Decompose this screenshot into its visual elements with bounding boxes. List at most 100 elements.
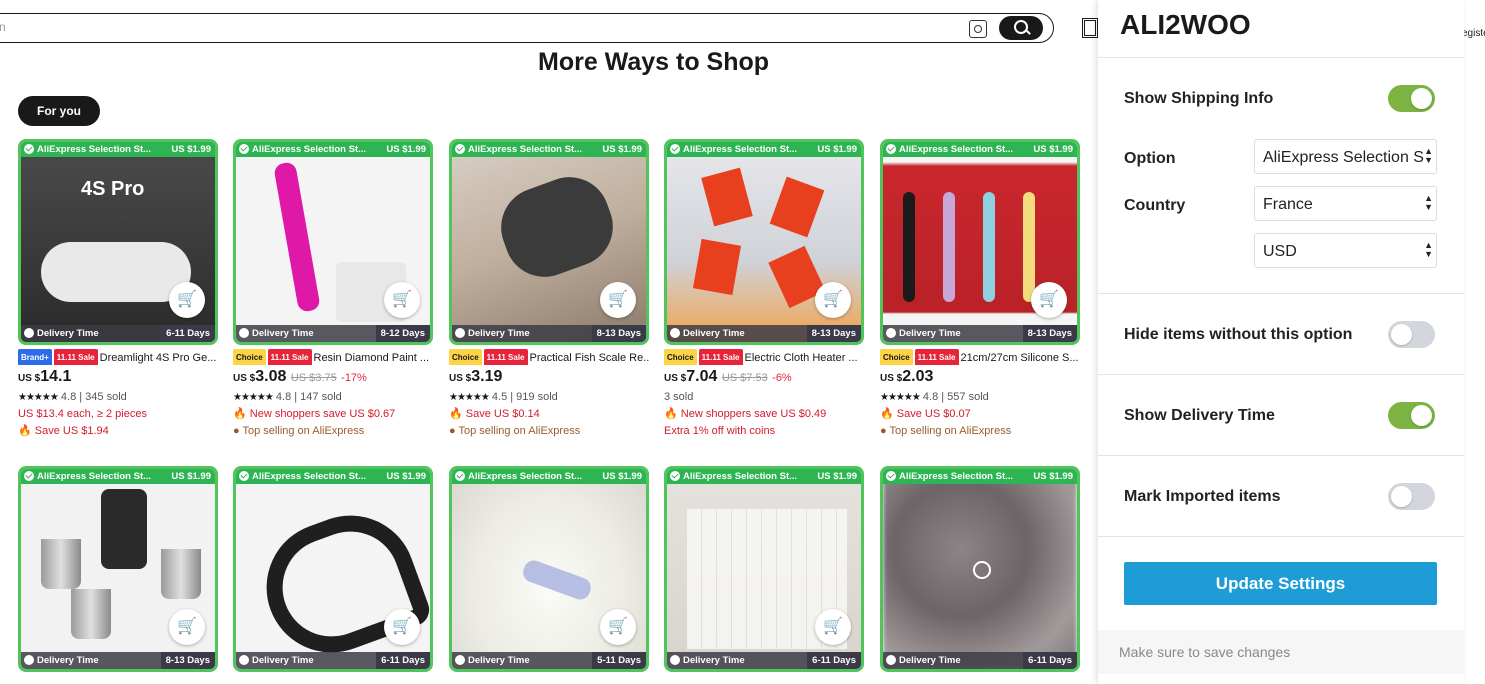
- stars-icon: ★★★★★: [880, 392, 921, 403]
- choice-tag: Choice: [664, 349, 697, 365]
- product-rating: 3 sold: [664, 391, 694, 403]
- qr-code-icon[interactable]: [1082, 18, 1098, 38]
- product-image[interactable]: AliExpress Selection St... US $1.99 🛒 Del…: [664, 139, 864, 345]
- add-to-cart-icon[interactable]: 🛒: [600, 282, 636, 318]
- product-shape: [983, 192, 995, 302]
- promo-line: ● Top selling on AliExpress: [233, 425, 365, 437]
- sale-tag: 11.11 Sale: [698, 349, 743, 365]
- toggle-knob: [1411, 88, 1432, 109]
- hidden-eye-icon: [973, 561, 991, 579]
- logo-text: ALI2WOO: [1120, 10, 1251, 38]
- delivery-band: Delivery Time 8-12 Days: [236, 325, 430, 342]
- show-delivery-label: Show Delivery Time: [1124, 407, 1275, 424]
- option-select[interactable]: AliExpress Selection S ▲ ▼: [1254, 139, 1437, 174]
- product-price: US $2.03: [880, 368, 934, 385]
- promo-line: US $13.4 each, ≥ 2 pieces: [18, 408, 147, 420]
- product-image[interactable]: AliExpress Selection St... US $1.99 🛒 Del…: [233, 139, 433, 345]
- clock-icon: [670, 328, 680, 338]
- check-icon: [886, 144, 896, 154]
- product-title[interactable]: Resin Diamond Paint ...: [314, 352, 430, 364]
- product-rating: ★★★★★ 4.8 | 345 sold: [18, 391, 127, 403]
- add-to-cart-icon[interactable]: 🛒: [384, 609, 420, 645]
- mark-imported-toggle[interactable]: [1388, 483, 1435, 510]
- add-to-cart-icon[interactable]: 🛒: [815, 282, 851, 318]
- clock-icon: [455, 655, 465, 665]
- product-shape: [71, 589, 111, 639]
- product-rating: ★★★★★ 4.8 | 147 sold: [233, 391, 342, 403]
- promo-line: ● Top selling on AliExpress: [880, 425, 1012, 437]
- delivery-band: Delivery Time 6-11 Days: [21, 325, 215, 342]
- selection-badge: AliExpress Selection St... US $1.99: [667, 142, 861, 157]
- show-shipping-toggle[interactable]: [1388, 85, 1435, 112]
- stars-icon: ★★★★★: [233, 392, 274, 403]
- product-image[interactable]: AliExpress Selection St... US $1.99 🛒 Del…: [449, 466, 649, 672]
- choice-tag: Choice: [233, 349, 266, 365]
- register-link[interactable]: egiste: [1462, 28, 1485, 39]
- search-box[interactable]: n: [0, 13, 1054, 43]
- check-icon: [24, 144, 34, 154]
- show-delivery-toggle[interactable]: [1388, 402, 1435, 429]
- product-image[interactable]: AliExpress Selection St... US $1.99 🛒 Del…: [664, 466, 864, 672]
- hide-items-label: Hide items without this option: [1124, 326, 1353, 343]
- country-select[interactable]: France ▲ ▼: [1254, 186, 1437, 221]
- selection-badge: AliExpress Selection St... US $1.99: [883, 469, 1077, 484]
- product-image[interactable]: AliExpress Selection St... US $1.99 🛒 Del…: [880, 139, 1080, 345]
- clock-icon: [24, 328, 34, 338]
- product-rating: ★★★★★ 4.8 | 557 sold: [880, 391, 989, 403]
- select-arrows-icon: ▲ ▼: [1424, 146, 1433, 165]
- add-to-cart-icon[interactable]: 🛒: [169, 282, 205, 318]
- toggle-knob: [1411, 405, 1432, 426]
- search-input[interactable]: n: [0, 20, 6, 34]
- product-image[interactable]: AliExpress Selection St... US $1.99 🛒 Del…: [233, 466, 433, 672]
- currency-select[interactable]: USD ▲ ▼: [1254, 233, 1437, 268]
- check-icon: [24, 471, 34, 481]
- delivery-band: Delivery Time 8-13 Days: [21, 652, 215, 669]
- add-to-cart-icon[interactable]: 🛒: [600, 609, 636, 645]
- choice-tag: Choice: [880, 349, 913, 365]
- product-meta: Choice 11.11 Sale Electric Cloth Heater ..…: [664, 349, 864, 440]
- product-image[interactable]: AliExpress Selection St... US $1.99 🛒 Del…: [449, 139, 649, 345]
- promo-line: Extra 1% off with coins: [664, 425, 776, 437]
- promo-line: 🔥 Save US $0.07: [880, 408, 971, 420]
- promo-line: 🔥 Save US $0.14: [449, 408, 540, 420]
- camera-search-icon[interactable]: [969, 20, 987, 38]
- product-meta: Choice 11.11 Sale Resin Diamond Paint ... …: [233, 349, 433, 440]
- tab-for-you[interactable]: For you: [18, 96, 100, 126]
- brand-tag: Brand+: [18, 349, 52, 365]
- selection-badge: AliExpress Selection St... US $1.99: [667, 469, 861, 484]
- panel-footer: Make sure to save changes: [1098, 630, 1464, 674]
- add-to-cart-icon[interactable]: 🛒: [1031, 282, 1067, 318]
- search-button[interactable]: [999, 16, 1043, 40]
- sale-tag: 11.11 Sale: [914, 349, 959, 365]
- delivery-band: Delivery Time 5-11 Days: [452, 652, 646, 669]
- product-image[interactable]: 4S Pro AliExpress Selection St... US $1.9…: [18, 139, 218, 345]
- delivery-band: Delivery Time 8-13 Days: [667, 325, 861, 342]
- product-price: US $7.04 US $7.53 -6%: [664, 368, 792, 385]
- product-shape: [943, 192, 955, 302]
- update-settings-button[interactable]: Update Settings: [1124, 562, 1437, 605]
- add-to-cart-icon[interactable]: 🛒: [169, 609, 205, 645]
- product-shape: [41, 242, 191, 302]
- selection-badge: AliExpress Selection St... US $1.99: [452, 142, 646, 157]
- choice-tag: Choice: [449, 349, 482, 365]
- product-image[interactable]: AliExpress Selection St... US $1.99 Deliv…: [880, 466, 1080, 672]
- product-title[interactable]: 21cm/27cm Silicone S...: [961, 352, 1079, 364]
- sale-tag: 11.11 Sale: [267, 349, 312, 365]
- product-price: US $3.19: [449, 368, 503, 385]
- flame-icon: 🔥: [18, 425, 32, 437]
- flame-icon: 🔥: [664, 408, 678, 420]
- stars-icon: ★★★★★: [18, 392, 59, 403]
- product-title[interactable]: Practical Fish Scale Re...: [530, 352, 650, 364]
- product-title[interactable]: Dreamlight 4S Pro Ge...: [100, 352, 217, 364]
- toggle-knob: [1391, 324, 1412, 345]
- delivery-band: Delivery Time 8-13 Days: [452, 325, 646, 342]
- add-to-cart-icon[interactable]: 🛒: [384, 282, 420, 318]
- divider: [1098, 374, 1464, 375]
- product-shape: [161, 549, 201, 599]
- product-meta: Choice 11.11 Sale 21cm/27cm Silicone S... …: [880, 349, 1080, 440]
- add-to-cart-icon[interactable]: 🛒: [815, 609, 851, 645]
- flame-icon: 🔥: [233, 408, 247, 420]
- hide-items-toggle[interactable]: [1388, 321, 1435, 348]
- product-title[interactable]: Electric Cloth Heater ...: [745, 352, 858, 364]
- product-image[interactable]: AliExpress Selection St... US $1.99 🛒 Del…: [18, 466, 218, 672]
